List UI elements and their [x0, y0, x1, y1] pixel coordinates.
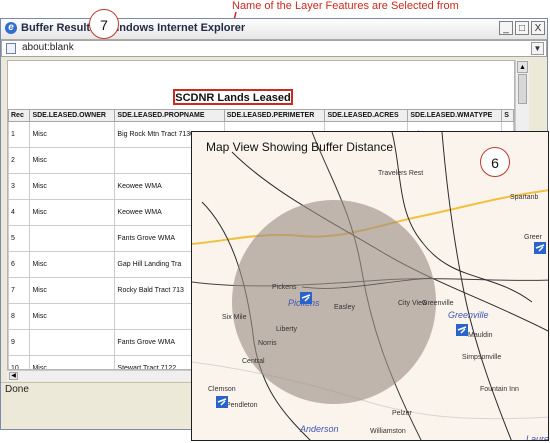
- table-cell: 6: [8, 251, 31, 278]
- scroll-up-icon[interactable]: ▲: [517, 61, 528, 73]
- maximize-button[interactable]: □: [515, 21, 529, 35]
- table-cell: Misc: [29, 147, 116, 174]
- column-header[interactable]: SDE.LEASED.OWNER: [29, 109, 116, 122]
- map-place-label: Mauldin: [468, 332, 493, 339]
- column-header[interactable]: SDE.LEASED.WMATYPE: [407, 109, 503, 122]
- column-header[interactable]: SDE.LEASED.PERIMETER: [223, 109, 326, 122]
- map-place-label: Easley: [334, 304, 356, 311]
- column-header[interactable]: SDE.LEASED.PROPNAME: [114, 109, 225, 122]
- callout-left: 7: [89, 9, 119, 39]
- map-place-label: Spartanb: [510, 194, 539, 201]
- table-cell: Misc: [29, 251, 116, 278]
- airport-icon: [534, 242, 546, 254]
- column-header[interactable]: SDE.LEASED.ACRES: [324, 109, 409, 122]
- table-cell: 3: [8, 173, 31, 200]
- table-cell: 10: [8, 355, 31, 369]
- table-cell: Misc: [29, 199, 116, 226]
- column-header[interactable]: Rec: [8, 109, 31, 122]
- table-header-row: Rec SDE.LEASED.OWNER SDE.LEASED.PROPNAME SD…: [8, 109, 514, 122]
- map-place-label: Clemson: [208, 386, 236, 393]
- map-place-label: Williamston: [370, 428, 406, 435]
- column-header[interactable]: S: [501, 109, 514, 122]
- title-bar: e Buffer Results - Windows Internet Expl…: [1, 19, 547, 40]
- map-place-label: Pelzer: [392, 410, 412, 417]
- table-cell: Misc: [29, 277, 116, 304]
- map-place-label: Greenville: [448, 310, 489, 320]
- map-place-label: Six Mile: [222, 314, 247, 321]
- map-place-label: Norris: [258, 340, 277, 347]
- map-view: Map View Showing Buffer Distance Travele…: [191, 131, 549, 441]
- airport-icon: [300, 292, 312, 304]
- map-place-label: Greer: [524, 234, 542, 241]
- map-place-label: Anderson: [300, 424, 339, 434]
- table-cell: Misc: [29, 355, 116, 369]
- address-dropdown-icon[interactable]: ▼: [531, 42, 544, 55]
- close-button[interactable]: X: [531, 21, 545, 35]
- map-title: Map View Showing Buffer Distance: [206, 140, 393, 154]
- callout-right: 6: [480, 147, 510, 177]
- table-cell: 4: [8, 199, 31, 226]
- map-place-label: Fountain Inn: [480, 386, 519, 393]
- map-place-label: Central: [242, 358, 265, 365]
- map-place-label: Laure: [526, 434, 549, 441]
- table-cell: 1: [8, 121, 31, 148]
- table-cell: 2: [8, 147, 31, 174]
- table-cell: [29, 329, 116, 356]
- scroll-thumb[interactable]: [518, 74, 527, 104]
- map-place-label: Liberty: [276, 326, 298, 333]
- table-cell: Misc: [29, 173, 116, 200]
- map-place-label: Pickens: [272, 284, 297, 291]
- table-cell: [29, 225, 116, 252]
- window-title: Buffer Results - Windows Internet Explor…: [21, 22, 246, 34]
- table-title: SCDNR Lands Leased: [173, 89, 293, 105]
- airport-icon: [216, 396, 228, 408]
- layer-name-annotation: Name of the Layer Features are Selected …: [232, 0, 459, 12]
- address-text: about:blank: [22, 42, 74, 53]
- table-cell: 5: [8, 225, 31, 252]
- map-place-label: Simpsonville: [462, 354, 502, 361]
- table-cell: 7: [8, 277, 31, 304]
- page-icon: [6, 43, 16, 54]
- map-graphics: [192, 132, 548, 440]
- map-place-label: Travelers Rest: [378, 170, 424, 177]
- table-cell: 8: [8, 303, 31, 330]
- address-bar[interactable]: about:blank ▼: [1, 40, 547, 57]
- airport-icon: [456, 324, 468, 336]
- scroll-left-icon[interactable]: ◀: [9, 372, 18, 380]
- map-place-label: Pendleton: [226, 402, 258, 409]
- ie-logo-icon: e: [5, 22, 17, 34]
- table-cell: 9: [8, 329, 31, 356]
- table-cell: Misc: [29, 121, 116, 148]
- map-place-label: Greenville: [422, 300, 454, 307]
- minimize-button[interactable]: _: [499, 21, 513, 35]
- table-cell: Misc: [29, 303, 116, 330]
